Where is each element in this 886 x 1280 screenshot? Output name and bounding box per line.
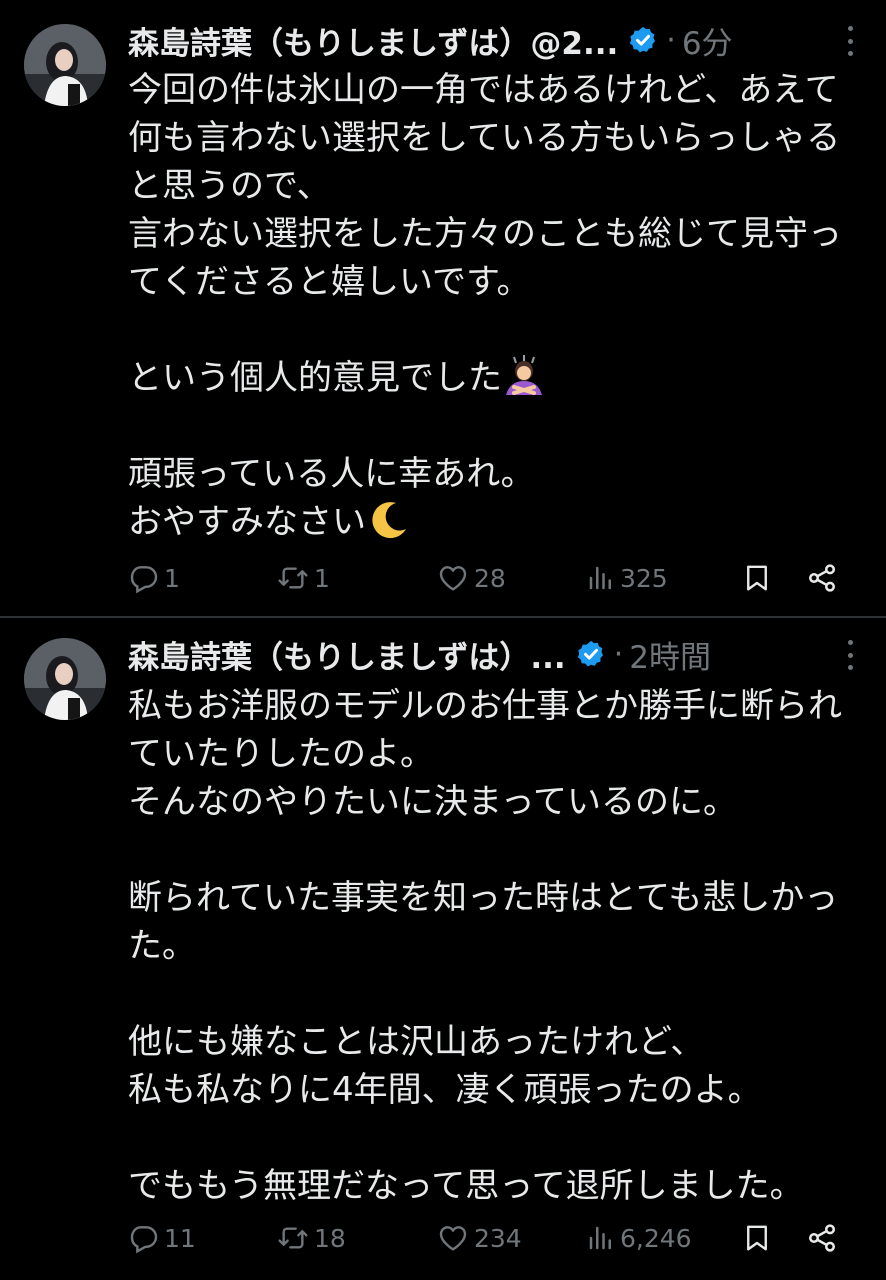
like-count: 234 <box>474 1223 522 1253</box>
share-button[interactable] <box>806 1216 838 1260</box>
retweet-count: 1 <box>314 563 330 593</box>
more-options-icon[interactable] <box>844 640 856 670</box>
action-bar: 1 1 28 325 <box>128 556 858 600</box>
more-options-icon[interactable] <box>844 26 856 56</box>
crescent-moon-emoji-icon <box>372 502 406 539</box>
views-chart-icon <box>589 1226 611 1250</box>
tweet-header: 森島詩葉（もりしましずは）... · 2時間 <box>128 630 852 678</box>
verified-badge-icon <box>577 640 603 667</box>
share-icon <box>809 564 835 592</box>
reply-button[interactable]: 11 <box>128 1216 196 1260</box>
view-count: 325 <box>620 563 668 593</box>
tweet[interactable]: 森島詩葉（もりしましずは）@2... · 6分 今回の件は氷山の一角ではあるけれ… <box>0 0 886 616</box>
tweet-text: 私もお洋服のモデルのお仕事とか勝手に断られていたりしたのよ。 そんなのやりたいに… <box>128 686 842 1206</box>
reply-button[interactable]: 1 <box>128 556 180 600</box>
bookmark-icon <box>747 1225 767 1251</box>
avatar-photo <box>24 638 106 720</box>
reply-icon <box>130 1226 158 1254</box>
person-gesturing-no-emoji-icon <box>506 355 542 395</box>
verified-badge-icon <box>630 26 656 53</box>
bookmark-button[interactable] <box>742 1216 772 1260</box>
like-button[interactable]: 28 <box>436 556 506 600</box>
retweet-count: 18 <box>314 1223 346 1253</box>
reply-icon <box>130 566 158 594</box>
tweet-text-part: 頑張っている人に幸あれ。 おやすみなさい <box>128 454 535 542</box>
reply-count: 1 <box>164 563 180 593</box>
action-bar: 11 18 234 6,246 <box>128 1216 858 1260</box>
share-button[interactable] <box>806 556 838 600</box>
avatar-photo <box>24 24 106 106</box>
views-chart-icon <box>589 566 611 590</box>
author-name[interactable]: 森島詩葉（もりしましずは）@2... <box>128 18 618 63</box>
bookmark-icon <box>747 565 767 591</box>
like-button[interactable]: 234 <box>436 1216 522 1260</box>
views-button[interactable]: 325 <box>586 556 668 600</box>
tweet[interactable]: 森島詩葉（もりしましずは）... · 2時間 私もお洋服のモデルのお仕事とか勝手… <box>0 618 886 1280</box>
retweet-icon <box>278 1227 308 1249</box>
share-icon <box>809 1224 835 1252</box>
reply-count: 11 <box>164 1223 196 1253</box>
avatar[interactable] <box>24 24 106 106</box>
separator-dot: · <box>666 22 676 58</box>
heart-icon <box>439 566 467 591</box>
heart-icon <box>439 1226 467 1251</box>
avatar[interactable] <box>24 638 106 720</box>
like-count: 28 <box>474 563 506 593</box>
retweet-button[interactable]: 1 <box>276 556 330 600</box>
tweet-header: 森島詩葉（もりしましずは）@2... · 6分 <box>128 16 852 64</box>
views-button[interactable]: 6,246 <box>586 1216 692 1260</box>
timestamp[interactable]: 6分 <box>682 18 733 63</box>
view-count: 6,246 <box>620 1223 692 1253</box>
bookmark-button[interactable] <box>742 556 772 600</box>
timestamp[interactable]: 2時間 <box>629 632 711 677</box>
retweet-button[interactable]: 18 <box>276 1216 346 1260</box>
tweet-text: 今回の件は氷山の一角ではあるけれど、あえて何も言わない選択をしている方もいらっし… <box>128 66 858 546</box>
author-name[interactable]: 森島詩葉（もりしましずは）... <box>128 632 566 677</box>
retweet-icon <box>278 567 308 589</box>
tweet-text-part: 今回の件は氷山の一角ではあるけれど、あえて何も言わない選択をしている方もいらっし… <box>128 70 842 398</box>
separator-dot: · <box>613 636 624 672</box>
